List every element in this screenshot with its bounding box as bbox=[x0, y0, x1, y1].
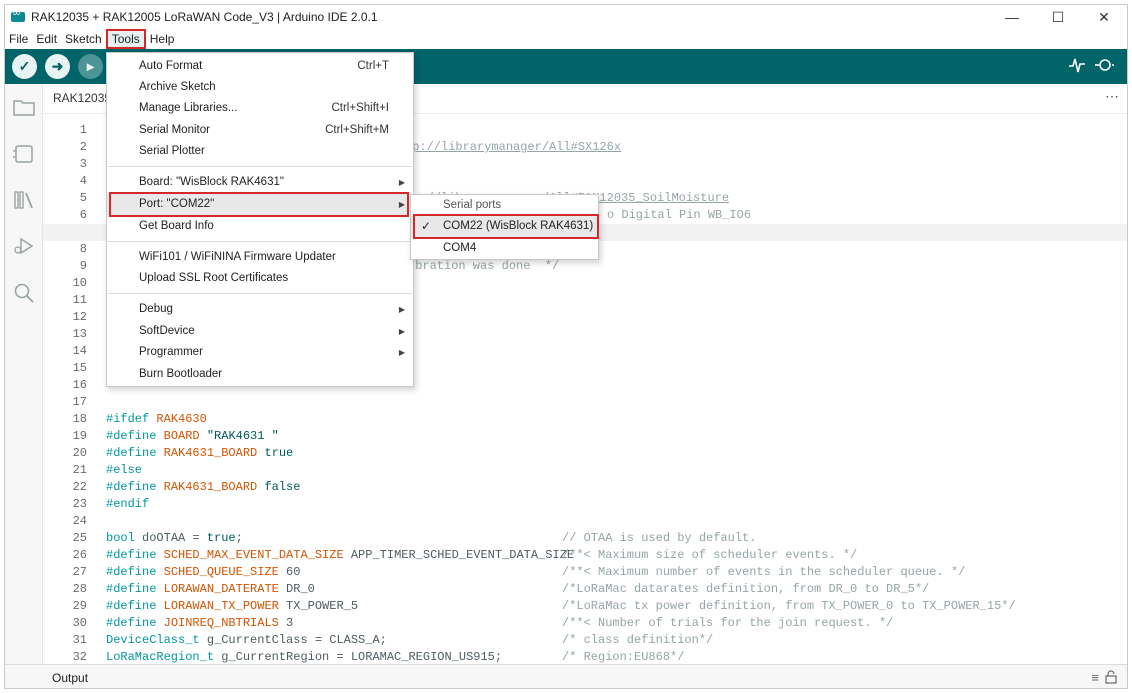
menu-bar: File Edit Sketch Tools Help bbox=[5, 29, 1127, 49]
submenu-arrow-icon: ▶ bbox=[398, 327, 405, 336]
verify-button[interactable]: ✓ bbox=[12, 54, 37, 79]
line-number-row: 24 bbox=[43, 513, 1127, 530]
code-line: #define RAK4631_BOARD true bbox=[106, 446, 294, 460]
line-number: 1 bbox=[79, 123, 87, 137]
code-line: #define SCHED_QUEUE_SIZE 60/**< Maximum … bbox=[106, 565, 966, 579]
tab-sketch[interactable]: RAK12035 bbox=[53, 91, 111, 105]
menu-item-firmware-updater[interactable]: WiFi101 / WiFiNINA Firmware Updater bbox=[107, 247, 413, 268]
menu-item-manage-libraries[interactable]: Manage Libraries... Ctrl+Shift+I bbox=[107, 98, 413, 119]
highlight-box bbox=[413, 214, 599, 239]
menu-sketch[interactable]: Sketch bbox=[61, 29, 106, 49]
menu-item-burn-bootloader[interactable]: Burn Bootloader bbox=[107, 364, 413, 385]
line-number: 3 bbox=[79, 157, 87, 171]
line-number: 15 bbox=[72, 361, 87, 375]
debug-icon: ▸ bbox=[86, 58, 95, 74]
menu-item-board[interactable]: Board: "WisBlock RAK4631" ▶ bbox=[107, 172, 413, 193]
clear-output-icon[interactable]: ≡ bbox=[1091, 670, 1099, 685]
plotter-icon bbox=[1069, 58, 1085, 73]
menu-separator bbox=[108, 166, 412, 167]
line-number: 4 bbox=[79, 174, 87, 188]
menu-help[interactable]: Help bbox=[146, 29, 179, 49]
submenu-arrow-icon: ▶ bbox=[398, 178, 405, 187]
port-submenu: Serial ports ✓ COM22 (WisBlock RAK4631) C… bbox=[410, 194, 599, 260]
line-number: 14 bbox=[72, 344, 87, 358]
menu-item-serial-monitor[interactable]: Serial Monitor Ctrl+Shift+M bbox=[107, 120, 413, 141]
line-number: 13 bbox=[72, 327, 87, 341]
code-line: #else bbox=[106, 463, 143, 477]
more-tabs-icon[interactable]: ⋯ bbox=[1105, 88, 1119, 105]
menu-edit[interactable]: Edit bbox=[32, 29, 61, 49]
menu-item-debug[interactable]: Debug ▶ bbox=[107, 299, 413, 320]
line-number: 11 bbox=[72, 293, 87, 307]
port-option-com4[interactable]: COM4 bbox=[411, 238, 598, 259]
code-line: DeviceClass_t g_CurrentClass = CLASS_A; /… bbox=[106, 633, 714, 647]
arrow-right-icon: ➜ bbox=[51, 58, 64, 74]
menu-tools[interactable]: Tools bbox=[105, 29, 146, 49]
line-number: 12 bbox=[72, 310, 87, 324]
menu-separator bbox=[108, 241, 412, 242]
code-line: #define LORAWAN_DATERATE DR_0/*LoRaMac d… bbox=[106, 582, 930, 596]
code-line: LoRaMacRegion_t g_CurrentRegion = LORAMA… bbox=[106, 650, 685, 664]
line-number: 24 bbox=[72, 514, 87, 528]
line-number: 8 bbox=[79, 242, 87, 256]
monitor-icon bbox=[1095, 59, 1114, 71]
code-line: #endif bbox=[106, 497, 150, 511]
code-line: #define RAK4631_BOARD false bbox=[106, 480, 301, 494]
line-number: 16 bbox=[72, 378, 87, 392]
upload-button[interactable]: ➜ bbox=[45, 54, 70, 79]
maximize-button[interactable]: ☐ bbox=[1035, 5, 1081, 29]
code-line: #define LORAWAN_TX_POWER TX_POWER_5/*LoR… bbox=[106, 599, 1016, 613]
check-icon: ✓ bbox=[18, 58, 31, 74]
submenu-header: Serial ports bbox=[443, 199, 502, 211]
library-manager-icon[interactable] bbox=[13, 190, 35, 212]
boards-manager-icon[interactable] bbox=[13, 144, 35, 166]
output-panel-bar: Output ≡ bbox=[5, 664, 1127, 688]
menu-file[interactable]: File bbox=[5, 29, 32, 49]
code-line: #ifdef RAK4630 bbox=[106, 412, 207, 426]
debug-sidebar-icon[interactable] bbox=[13, 236, 35, 258]
menu-item-upload-ssl[interactable]: Upload SSL Root Certificates bbox=[107, 268, 413, 289]
activity-sidebar bbox=[5, 84, 43, 664]
menu-item-auto-format[interactable]: Auto Format Ctrl+T bbox=[107, 56, 413, 77]
serial-plotter-button[interactable] bbox=[1069, 56, 1085, 79]
close-button[interactable]: ✕ bbox=[1081, 5, 1127, 29]
line-number: 10 bbox=[72, 276, 87, 290]
menu-separator bbox=[108, 293, 412, 294]
search-icon[interactable] bbox=[13, 282, 35, 304]
code-line: #define BOARD "RAK4631 " bbox=[106, 429, 279, 443]
arduino-logo-icon bbox=[11, 8, 25, 22]
window-title: RAK12035 + RAK12005 LoRaWAN Code_V3 | Ar… bbox=[31, 10, 378, 24]
output-tab[interactable]: Output bbox=[52, 671, 88, 685]
menu-item-programmer[interactable]: Programmer ▶ bbox=[107, 342, 413, 363]
code-line: #define SCHED_MAX_EVENT_DATA_SIZE APP_TI… bbox=[106, 548, 858, 562]
submenu-arrow-icon: ▶ bbox=[398, 305, 405, 314]
folder-icon[interactable] bbox=[13, 98, 35, 120]
minimize-button[interactable]: — bbox=[989, 5, 1035, 29]
title-bar: RAK12035 + RAK12005 LoRaWAN Code_V3 | Ar… bbox=[5, 5, 1127, 29]
serial-monitor-button[interactable] bbox=[1095, 56, 1115, 79]
menu-item-serial-plotter[interactable]: Serial Plotter bbox=[107, 141, 413, 162]
submenu-arrow-icon: ▶ bbox=[398, 348, 405, 357]
menu-item-archive-sketch[interactable]: Archive Sketch bbox=[107, 77, 413, 98]
debug-button[interactable]: ▸ bbox=[78, 54, 103, 79]
line-number: 17 bbox=[72, 395, 87, 409]
line-number-row: 17 bbox=[43, 394, 1127, 411]
lock-icon[interactable] bbox=[1105, 670, 1117, 687]
menu-item-get-board-info[interactable]: Get Board Info bbox=[107, 216, 413, 237]
code-line: bool doOTAA = true;// OTAA is used by de… bbox=[106, 531, 757, 545]
code-line: #define JOINREQ_NBTRIALS 3/**< Number of… bbox=[106, 616, 894, 630]
menu-item-softdevice[interactable]: SoftDevice ▶ bbox=[107, 321, 413, 342]
highlight-box bbox=[109, 192, 409, 217]
arduino-ide-window: RAK12035 + RAK12005 LoRaWAN Code_V3 | Ar… bbox=[4, 4, 1128, 689]
tools-menu: Auto Format Ctrl+T Archive Sketch Manage … bbox=[106, 52, 414, 387]
